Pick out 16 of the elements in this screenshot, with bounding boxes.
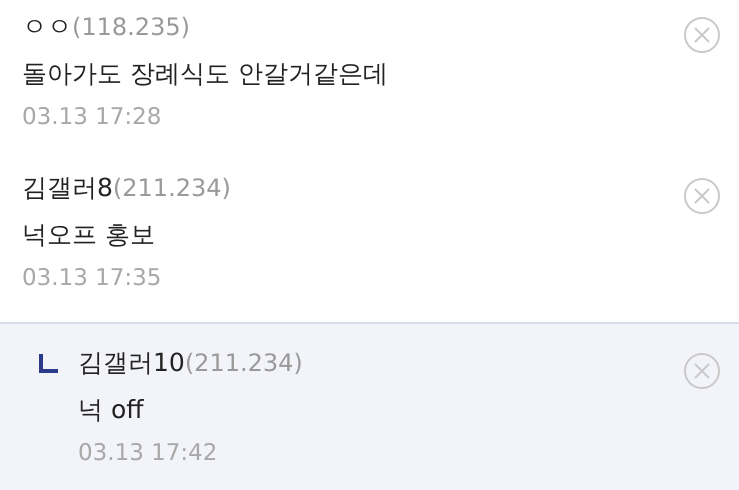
author-name: 김갤러10 bbox=[78, 347, 185, 379]
delete-icon[interactable] bbox=[683, 352, 721, 390]
comment-date: 03.13 17:42 bbox=[78, 440, 218, 466]
delete-icon[interactable] bbox=[683, 16, 721, 54]
author-ip: (211.234) bbox=[112, 174, 231, 202]
comment-text: 돌아가도 장례식도 안갈거같은데 bbox=[22, 58, 389, 90]
comment-text: 넉오프 홍보 bbox=[22, 219, 156, 251]
comment-text: 넉 off bbox=[78, 394, 145, 426]
reply-corner-icon bbox=[38, 352, 60, 374]
comment-date: 03.13 17:35 bbox=[22, 265, 162, 291]
author-name: ㅇㅇ bbox=[22, 11, 72, 43]
comment-date: 03.13 17:28 bbox=[22, 104, 162, 130]
author-ip: (211.234) bbox=[184, 349, 303, 377]
delete-icon[interactable] bbox=[683, 177, 721, 215]
author-ip: (118.235) bbox=[72, 13, 190, 41]
author-name: 김갤러8 bbox=[22, 172, 113, 204]
